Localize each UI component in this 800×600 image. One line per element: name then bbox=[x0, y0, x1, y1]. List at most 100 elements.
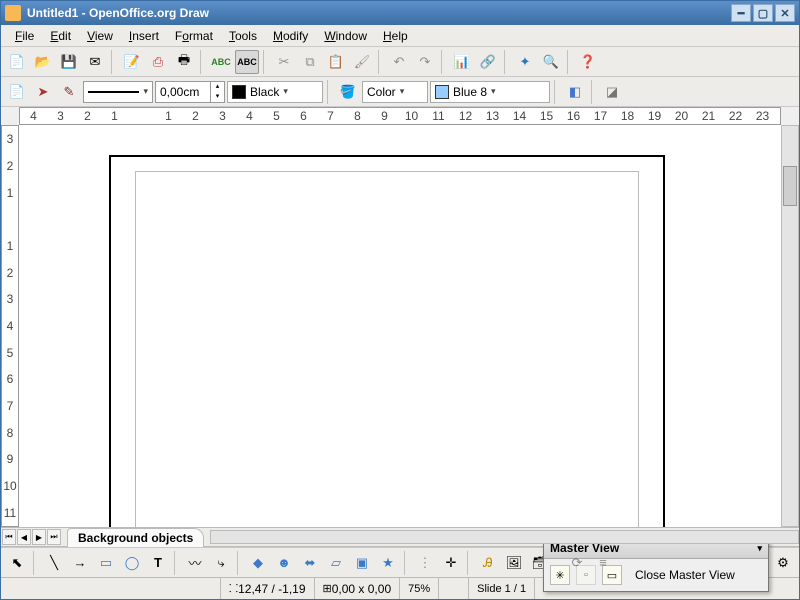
status-message bbox=[1, 578, 221, 599]
separator bbox=[467, 551, 472, 575]
fontwork-icon[interactable]: Ꭿ bbox=[476, 551, 500, 575]
rectangle-tool-icon[interactable]: ▭ bbox=[94, 551, 118, 575]
separator bbox=[174, 551, 179, 575]
status-modified bbox=[439, 578, 469, 599]
vertical-ruler[interactable]: 3211234567891011 bbox=[1, 125, 19, 527]
stars-icon[interactable]: ★ bbox=[376, 551, 400, 575]
separator bbox=[111, 50, 116, 74]
line-style-combo[interactable]: ▾ bbox=[83, 81, 153, 103]
interaction-icon[interactable]: ⚙ bbox=[771, 551, 795, 575]
tab-first-icon[interactable]: ⏮ bbox=[2, 529, 16, 545]
insert-image-icon[interactable]: 🖼 bbox=[502, 551, 526, 575]
menu-edit[interactable]: Edit bbox=[42, 27, 79, 45]
menu-view[interactable]: View bbox=[79, 27, 121, 45]
standard-toolbar: 📄 📂 💾 ✉ 📝 ⎙ 🖶 ABC ABC ✂ ⧉ 📋 🖌 ↶ ↷ 📊 🔗 ✦ … bbox=[1, 47, 799, 77]
edit-points-icon[interactable]: ⋮ bbox=[413, 551, 437, 575]
menu-format[interactable]: Format bbox=[167, 27, 221, 45]
maximize-button[interactable]: ▢ bbox=[753, 4, 773, 22]
close-button[interactable]: ✕ bbox=[775, 4, 795, 22]
scroll-thumb[interactable] bbox=[783, 166, 797, 206]
align-icon[interactable]: ≡ bbox=[591, 551, 615, 575]
separator bbox=[591, 80, 596, 104]
open-icon[interactable]: 📂 bbox=[31, 50, 55, 74]
help-icon[interactable]: ❓ bbox=[576, 50, 600, 74]
tab-last-icon[interactable]: ⏭ bbox=[47, 529, 61, 545]
autospell-icon[interactable]: ABC bbox=[235, 50, 259, 74]
titlebar: Untitled1 - OpenOffice.org Draw ━ ▢ ✕ bbox=[1, 1, 799, 25]
block-arrows-icon[interactable]: ⬌ bbox=[298, 551, 322, 575]
undo-icon[interactable]: ↶ bbox=[387, 50, 411, 74]
flowchart-icon[interactable]: ▱ bbox=[324, 551, 348, 575]
line-width-spinner[interactable]: 0,00cm▴▾ bbox=[155, 81, 225, 103]
cut-icon[interactable]: ✂ bbox=[272, 50, 296, 74]
callouts-icon[interactable]: ▣ bbox=[350, 551, 374, 575]
close-master-view-button[interactable]: Close Master View bbox=[628, 565, 742, 585]
line-fill-toolbar: 📄 ➤ ✎ ▾ 0,00cm▴▾ Black▾ 🪣 Color▾ Blue 8▾… bbox=[1, 77, 799, 107]
new-doc-icon[interactable]: 📄 bbox=[5, 50, 29, 74]
menu-insert[interactable]: Insert bbox=[121, 27, 167, 45]
arrow-style-icon[interactable]: ➤ bbox=[31, 80, 55, 104]
chart-icon[interactable]: 📊 bbox=[450, 50, 474, 74]
horizontal-ruler[interactable]: 4321123456789101112131415161718192021222… bbox=[19, 107, 781, 125]
extrusion-icon[interactable]: ◪ bbox=[600, 80, 624, 104]
fill-color-combo[interactable]: Blue 8▾ bbox=[430, 81, 550, 103]
line-tool-icon[interactable]: ╲ bbox=[42, 551, 66, 575]
status-zoom[interactable]: 75% bbox=[400, 578, 439, 599]
redo-icon[interactable]: ↷ bbox=[413, 50, 437, 74]
separator bbox=[327, 80, 332, 104]
connector-tool-icon[interactable]: ⤷ bbox=[209, 551, 233, 575]
rotate-icon[interactable]: ⟳ bbox=[565, 551, 589, 575]
line-color-combo[interactable]: Black▾ bbox=[227, 81, 323, 103]
separator bbox=[554, 80, 559, 104]
vertical-scrollbar[interactable] bbox=[781, 125, 799, 527]
navigator-icon[interactable]: ✦ bbox=[513, 50, 537, 74]
print-icon[interactable]: 🖶 bbox=[172, 50, 196, 74]
symbol-shapes-icon[interactable]: ☻ bbox=[272, 551, 296, 575]
curve-tool-icon[interactable]: 〰 bbox=[183, 551, 207, 575]
separator bbox=[200, 50, 205, 74]
basic-shapes-icon[interactable]: ◆ bbox=[246, 551, 270, 575]
app-icon bbox=[5, 5, 21, 21]
panel-menu-icon[interactable]: ▾ bbox=[757, 543, 762, 554]
gluepoints-icon[interactable]: ✛ bbox=[439, 551, 463, 575]
line-end-icon[interactable]: ✎ bbox=[57, 80, 81, 104]
black-swatch bbox=[232, 85, 246, 99]
status-slide: Slide 1 / 1 bbox=[469, 578, 535, 599]
shadow-icon[interactable]: ◧ bbox=[563, 80, 587, 104]
menu-file[interactable]: File bbox=[7, 27, 42, 45]
email-icon[interactable]: ✉ bbox=[83, 50, 107, 74]
window-title: Untitled1 - OpenOffice.org Draw bbox=[27, 6, 729, 20]
menu-help[interactable]: Help bbox=[375, 27, 416, 45]
tab-next-icon[interactable]: ▶ bbox=[32, 529, 46, 545]
separator bbox=[567, 50, 572, 74]
text-tool-icon[interactable]: T bbox=[146, 551, 170, 575]
separator bbox=[441, 50, 446, 74]
minimize-button[interactable]: ━ bbox=[731, 4, 751, 22]
ellipse-tool-icon[interactable]: ◯ bbox=[120, 551, 144, 575]
slide-tab[interactable]: Background objects bbox=[67, 528, 204, 547]
drawing-canvas[interactable] bbox=[19, 125, 781, 527]
zoom-icon[interactable]: 🔍 bbox=[539, 50, 563, 74]
arrow-line-icon[interactable]: → bbox=[68, 551, 92, 575]
separator bbox=[504, 50, 509, 74]
hyperlink-icon[interactable]: 🔗 bbox=[476, 50, 500, 74]
edit-properties-icon[interactable]: 📄 bbox=[5, 80, 29, 104]
tab-prev-icon[interactable]: ◀ bbox=[17, 529, 31, 545]
format-paintbrush-icon[interactable]: 🖌 bbox=[350, 50, 374, 74]
fill-mode-combo[interactable]: Color▾ bbox=[362, 81, 428, 103]
area-fill-icon[interactable]: 🪣 bbox=[336, 80, 360, 104]
status-position: ⸬ 12,47 / -1,19 bbox=[221, 578, 315, 599]
select-tool-icon[interactable]: ⬉ bbox=[5, 551, 29, 575]
menu-modify[interactable]: Modify bbox=[265, 27, 316, 45]
menu-window[interactable]: Window bbox=[316, 27, 375, 45]
copy-icon[interactable]: ⧉ bbox=[298, 50, 322, 74]
paste-icon[interactable]: 📋 bbox=[324, 50, 348, 74]
menu-tools[interactable]: Tools bbox=[221, 27, 265, 45]
save-icon[interactable]: 💾 bbox=[57, 50, 81, 74]
workarea: 4321123456789101112131415161718192021222… bbox=[1, 107, 799, 527]
spellcheck-icon[interactable]: ABC bbox=[209, 50, 233, 74]
export-pdf-icon[interactable]: ⎙ bbox=[146, 50, 170, 74]
status-size: ⊞ 0,00 x 0,00 bbox=[315, 578, 401, 599]
edit-file-icon[interactable]: 📝 bbox=[120, 50, 144, 74]
horizontal-scrollbar[interactable] bbox=[210, 530, 799, 544]
